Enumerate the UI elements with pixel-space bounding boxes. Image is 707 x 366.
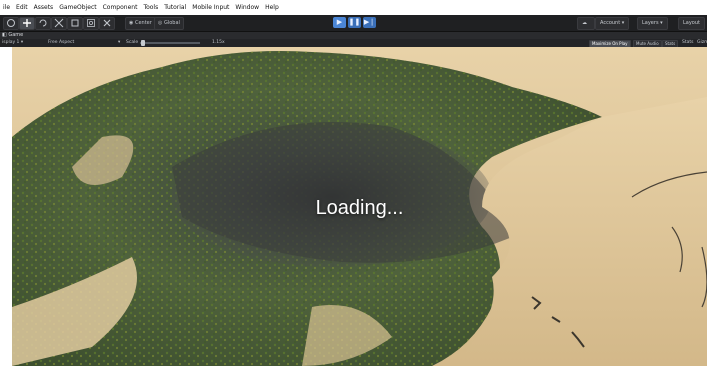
pivot-label: Center (134, 20, 152, 26)
menu-tutorial[interactable]: Tutorial (161, 0, 189, 15)
game-view-toolbar: isplay 1 ▾ Free Aspect ▾ Scale 1.15x Max… (0, 39, 707, 48)
layout-dropdown[interactable]: Layout (678, 17, 705, 30)
transform-icon (87, 19, 95, 27)
toolbar: ◉ Center ◎ Global ▶ ❚❚ ▶❘ ☁ Account ▾ La… (0, 15, 707, 32)
step-button[interactable]: ▶❘ (363, 17, 376, 28)
rotate-tool-button[interactable] (35, 17, 51, 30)
game-icon: ◧ (2, 32, 7, 38)
menu-bar: ile Edit Assets GameObject Component Too… (0, 0, 707, 15)
pause-button[interactable]: ❚❚ (348, 17, 361, 28)
custom-tool-button[interactable] (99, 17, 115, 30)
menu-component[interactable]: Component (100, 0, 141, 15)
rect-tool-button[interactable] (67, 17, 83, 30)
scale-label: Scale (126, 40, 139, 45)
layout-label: Layout (683, 20, 700, 26)
tab-game-label: Game (8, 32, 24, 38)
cloud-icon: ☁ (582, 20, 587, 26)
menu-assets[interactable]: Assets (31, 0, 57, 15)
menu-gameobject[interactable]: GameObject (56, 0, 99, 15)
aspect-label: Free Aspect (48, 40, 75, 45)
play-icon: ▶ (336, 18, 343, 26)
move-tool-button[interactable] (19, 17, 35, 30)
chevron-down-icon: ▾ (20, 40, 24, 45)
space-label: Global (163, 20, 180, 26)
loading-text: Loading... (315, 197, 404, 219)
scale-value: 1.15x (212, 40, 225, 45)
menu-mobile-input[interactable]: Mobile Input (189, 0, 232, 15)
chevron-down-icon: ▾ (621, 20, 625, 26)
scale-slider-track[interactable] (140, 42, 200, 44)
move-icon (23, 19, 31, 27)
tab-bar: ◧ Game (0, 32, 707, 39)
scale-slider-handle[interactable] (141, 40, 145, 46)
layers-label: Layers (642, 20, 659, 26)
menu-edit[interactable]: Edit (13, 0, 31, 15)
menu-help[interactable]: Help (262, 0, 282, 15)
chevron-down-icon: ▾ (660, 20, 663, 26)
step-icon: ▶❘ (363, 18, 376, 26)
rotate-icon (39, 19, 47, 27)
transform-tool-button[interactable] (83, 17, 99, 30)
gizmos-dropdown[interactable]: Gizm (697, 39, 707, 47)
stats-label: Stats (682, 40, 694, 45)
menu-file[interactable]: ile (0, 0, 13, 15)
account-dropdown[interactable]: Account ▾ (595, 17, 630, 30)
menu-tools[interactable]: Tools (140, 0, 161, 15)
layers-dropdown[interactable]: Layers ▾ (637, 17, 668, 30)
rect-icon (71, 19, 79, 27)
chevron-down-icon: ▾ (118, 40, 121, 45)
space-toggle[interactable]: ◎ Global (154, 17, 184, 30)
pivot-icon: ◉ (129, 20, 134, 26)
scale-icon (54, 18, 64, 28)
scale-tool-button[interactable] (51, 17, 67, 30)
cloud-button[interactable]: ☁ (577, 17, 595, 30)
hand-icon (7, 19, 15, 27)
display-label: isplay 1 (2, 40, 20, 45)
menu-window[interactable]: Window (232, 0, 262, 15)
custom-icon (103, 19, 111, 27)
pivot-toggle[interactable]: ◉ Center (125, 17, 156, 30)
tab-game[interactable]: ◧ Game (2, 32, 23, 39)
account-label: Account (600, 20, 621, 26)
aspect-dropdown[interactable]: Free Aspect (48, 39, 74, 47)
play-button[interactable]: ▶ (333, 17, 346, 28)
hand-tool-button[interactable] (3, 17, 19, 30)
pause-icon: ❚❚ (348, 18, 361, 26)
game-viewport[interactable]: Loading... (12, 47, 707, 366)
display-dropdown[interactable]: isplay 1 ▾ (2, 39, 23, 47)
globe-icon: ◎ (158, 20, 163, 26)
